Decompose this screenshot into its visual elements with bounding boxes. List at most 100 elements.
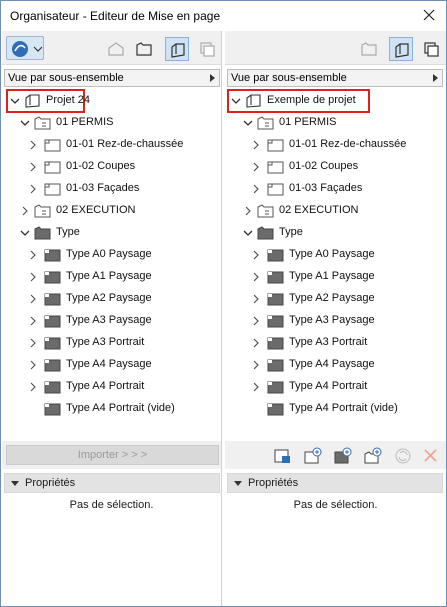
master-layout-icon	[267, 249, 284, 262]
tree-item-label: 01-03 Façades	[66, 182, 140, 194]
tree-item-label: 01-03 Façades	[289, 182, 363, 194]
tree-item-label: 02 EXECUTION	[56, 204, 136, 216]
chevron-right-icon[interactable]	[251, 360, 261, 370]
tree-item-label: 02 EXECUTION	[279, 204, 359, 216]
chevron-right-icon[interactable]	[251, 294, 261, 304]
master-layout-icon	[44, 381, 61, 394]
master-layout-icon	[44, 337, 61, 350]
chevron-right-icon	[210, 74, 215, 82]
layout-settings-icon[interactable]	[273, 447, 293, 465]
layout-sheet-icon	[267, 183, 284, 196]
right-toolbar	[225, 31, 446, 65]
tree-item-label: Type A4 Portrait	[289, 380, 368, 392]
master-layout-icon	[44, 293, 61, 306]
chevron-right-icon[interactable]	[251, 140, 261, 150]
chevron-down-icon[interactable]	[20, 118, 30, 128]
tree-item-label: 01-02 Coupes	[289, 160, 359, 172]
master-layout-icon	[267, 403, 284, 416]
collapse-triangle-icon	[11, 481, 19, 486]
tree-item-label: Type A4 Portrait (vide)	[66, 402, 175, 414]
chevron-right-icon[interactable]	[251, 250, 261, 260]
tree-item-label: Type A4 Paysage	[289, 358, 375, 370]
tree-item-label: 01-01 Rez-de-chaussée	[66, 138, 184, 150]
new-subset-icon[interactable]	[363, 447, 383, 465]
project-map-icon[interactable]	[104, 37, 128, 61]
chevron-right-icon[interactable]	[28, 338, 38, 348]
layout-book-icon	[246, 94, 261, 108]
refresh-icon[interactable]	[393, 447, 413, 465]
chevron-right-icon[interactable]	[251, 316, 261, 326]
chevron-right-icon[interactable]	[28, 250, 38, 260]
import-button[interactable]: Importer > > >	[6, 445, 219, 465]
right-view-select[interactable]: Vue par sous-ensemble	[227, 69, 443, 87]
tree-root-label: Exemple de projet	[267, 94, 356, 106]
right-properties-header[interactable]: Propriétés	[227, 473, 443, 493]
layout-book-icon	[25, 94, 40, 108]
tree-item-label: Type A3 Portrait	[289, 336, 368, 348]
chevron-right-icon[interactable]	[251, 382, 261, 392]
left-properties-header[interactable]: Propriétés	[4, 473, 220, 493]
chevron-right-icon[interactable]	[28, 272, 38, 282]
publisher-sets-icon[interactable]	[419, 37, 443, 61]
chevron-right-icon[interactable]	[28, 184, 38, 194]
left-view-select[interactable]: Vue par sous-ensemble	[4, 69, 220, 87]
subset-folder-icon	[34, 204, 51, 218]
close-icon[interactable]	[420, 6, 438, 24]
chevron-right-icon[interactable]	[28, 316, 38, 326]
chevron-right-icon[interactable]	[28, 360, 38, 370]
right-action-bar	[225, 441, 446, 469]
new-master-icon[interactable]	[333, 447, 353, 465]
chevron-down-icon[interactable]	[243, 118, 253, 128]
chevron-right-icon[interactable]	[28, 294, 38, 304]
chevron-right-icon[interactable]	[251, 338, 261, 348]
chevron-right-icon[interactable]	[251, 162, 261, 172]
left-view-select-label: Vue par sous-ensemble	[8, 72, 124, 84]
master-layout-icon	[267, 337, 284, 350]
project-switch-button[interactable]	[6, 36, 44, 60]
master-folder-icon	[257, 226, 274, 240]
master-folder-icon	[34, 226, 51, 240]
new-layout-icon[interactable]	[303, 447, 323, 465]
chevron-right-icon[interactable]	[28, 382, 38, 392]
chevron-right-icon[interactable]	[28, 140, 38, 150]
master-layout-icon	[267, 381, 284, 394]
left-action-bar: Importer > > >	[2, 441, 221, 469]
tree-item-label: Type A4 Paysage	[66, 358, 152, 370]
layout-book-icon[interactable]	[389, 37, 413, 61]
layout-book-icon[interactable]	[165, 37, 189, 61]
right-properties-text: Pas de sélection.	[293, 499, 378, 511]
chevron-down-icon[interactable]	[20, 228, 30, 238]
layout-sheet-icon	[44, 139, 61, 152]
tree-item-label: Type A4 Portrait	[66, 380, 145, 392]
tree-item-label: 01-01 Rez-de-chaussée	[289, 138, 407, 150]
collapse-triangle-icon	[234, 481, 242, 486]
chevron-down-icon[interactable]	[231, 96, 241, 106]
tree-item-label: Type A4 Portrait (vide)	[289, 402, 398, 414]
chevron-right-icon[interactable]	[251, 272, 261, 282]
master-layout-icon	[44, 271, 61, 284]
tree-item-label: Type A2 Paysage	[66, 292, 152, 304]
chevron-right-icon	[433, 74, 438, 82]
chevron-right-icon[interactable]	[251, 184, 261, 194]
tree-item-label: Type A3 Paysage	[289, 314, 375, 326]
left-toolbar	[2, 31, 221, 65]
title-bar: Organisateur - Editeur de Mise en page	[1, 1, 446, 31]
chevron-right-icon[interactable]	[243, 206, 253, 216]
chevron-right-icon[interactable]	[28, 162, 38, 172]
right-pane: Vue par sous-ensemble Exemple de projet …	[225, 31, 446, 606]
tree-item-label: 01 PERMIS	[56, 116, 114, 128]
chevron-down-icon[interactable]	[10, 96, 20, 106]
publisher-sets-icon[interactable]	[195, 37, 219, 61]
master-layout-icon	[44, 359, 61, 372]
chevron-down-icon[interactable]	[243, 228, 253, 238]
subset-folder-icon	[34, 116, 51, 130]
tree-item-label: Type A1 Paysage	[289, 270, 375, 282]
view-map-icon[interactable]	[132, 37, 156, 61]
delete-icon[interactable]	[421, 447, 441, 465]
layout-sheet-icon	[267, 139, 284, 152]
view-map-icon[interactable]	[357, 37, 381, 61]
master-layout-icon	[267, 293, 284, 306]
master-layout-icon	[44, 249, 61, 262]
chevron-right-icon[interactable]	[20, 206, 30, 216]
tree-item-label: Type	[279, 226, 303, 238]
